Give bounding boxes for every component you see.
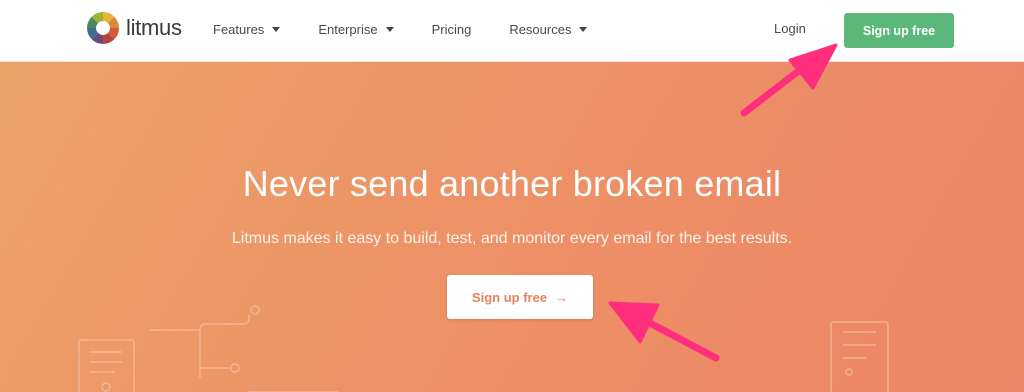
logo[interactable]: litmus [86,11,182,45]
nav-item-label: Enterprise [318,21,378,37]
litmus-wheel-icon [87,12,119,44]
nav-item-enterprise[interactable]: Enterprise [318,21,394,37]
caret-down-icon [385,26,394,32]
nav-item-features[interactable]: Features [213,21,281,37]
hero-section: Never send another broken email Litmus m… [0,62,1024,392]
hero-title: Never send another broken email [242,163,782,204]
login-link[interactable]: Login [774,21,806,36]
caret-down-icon [272,26,281,32]
brand-name: litmus [126,15,182,40]
hero-signup-button[interactable]: Sign up free → [447,275,593,319]
site-header: litmus Features Enterprise Pricing Resou… [0,0,1024,62]
nav-item-label: Features [213,21,265,37]
hero-illustration [78,305,889,392]
nav-item-label: Pricing [431,21,472,37]
arrow-right-icon: → [555,289,569,305]
hero-subtitle: Litmus makes it easy to build, test, and… [231,230,793,247]
caret-down-icon [579,26,588,32]
main-nav: Features Enterprise Pricing Resources [213,21,625,37]
header-signup-button[interactable]: Sign up free [844,13,954,48]
hero-signup-label: Sign up free [471,289,548,305]
nav-item-label: Resources [509,21,572,37]
nav-item-resources[interactable]: Resources [509,21,588,37]
nav-item-pricing[interactable]: Pricing [432,21,472,37]
